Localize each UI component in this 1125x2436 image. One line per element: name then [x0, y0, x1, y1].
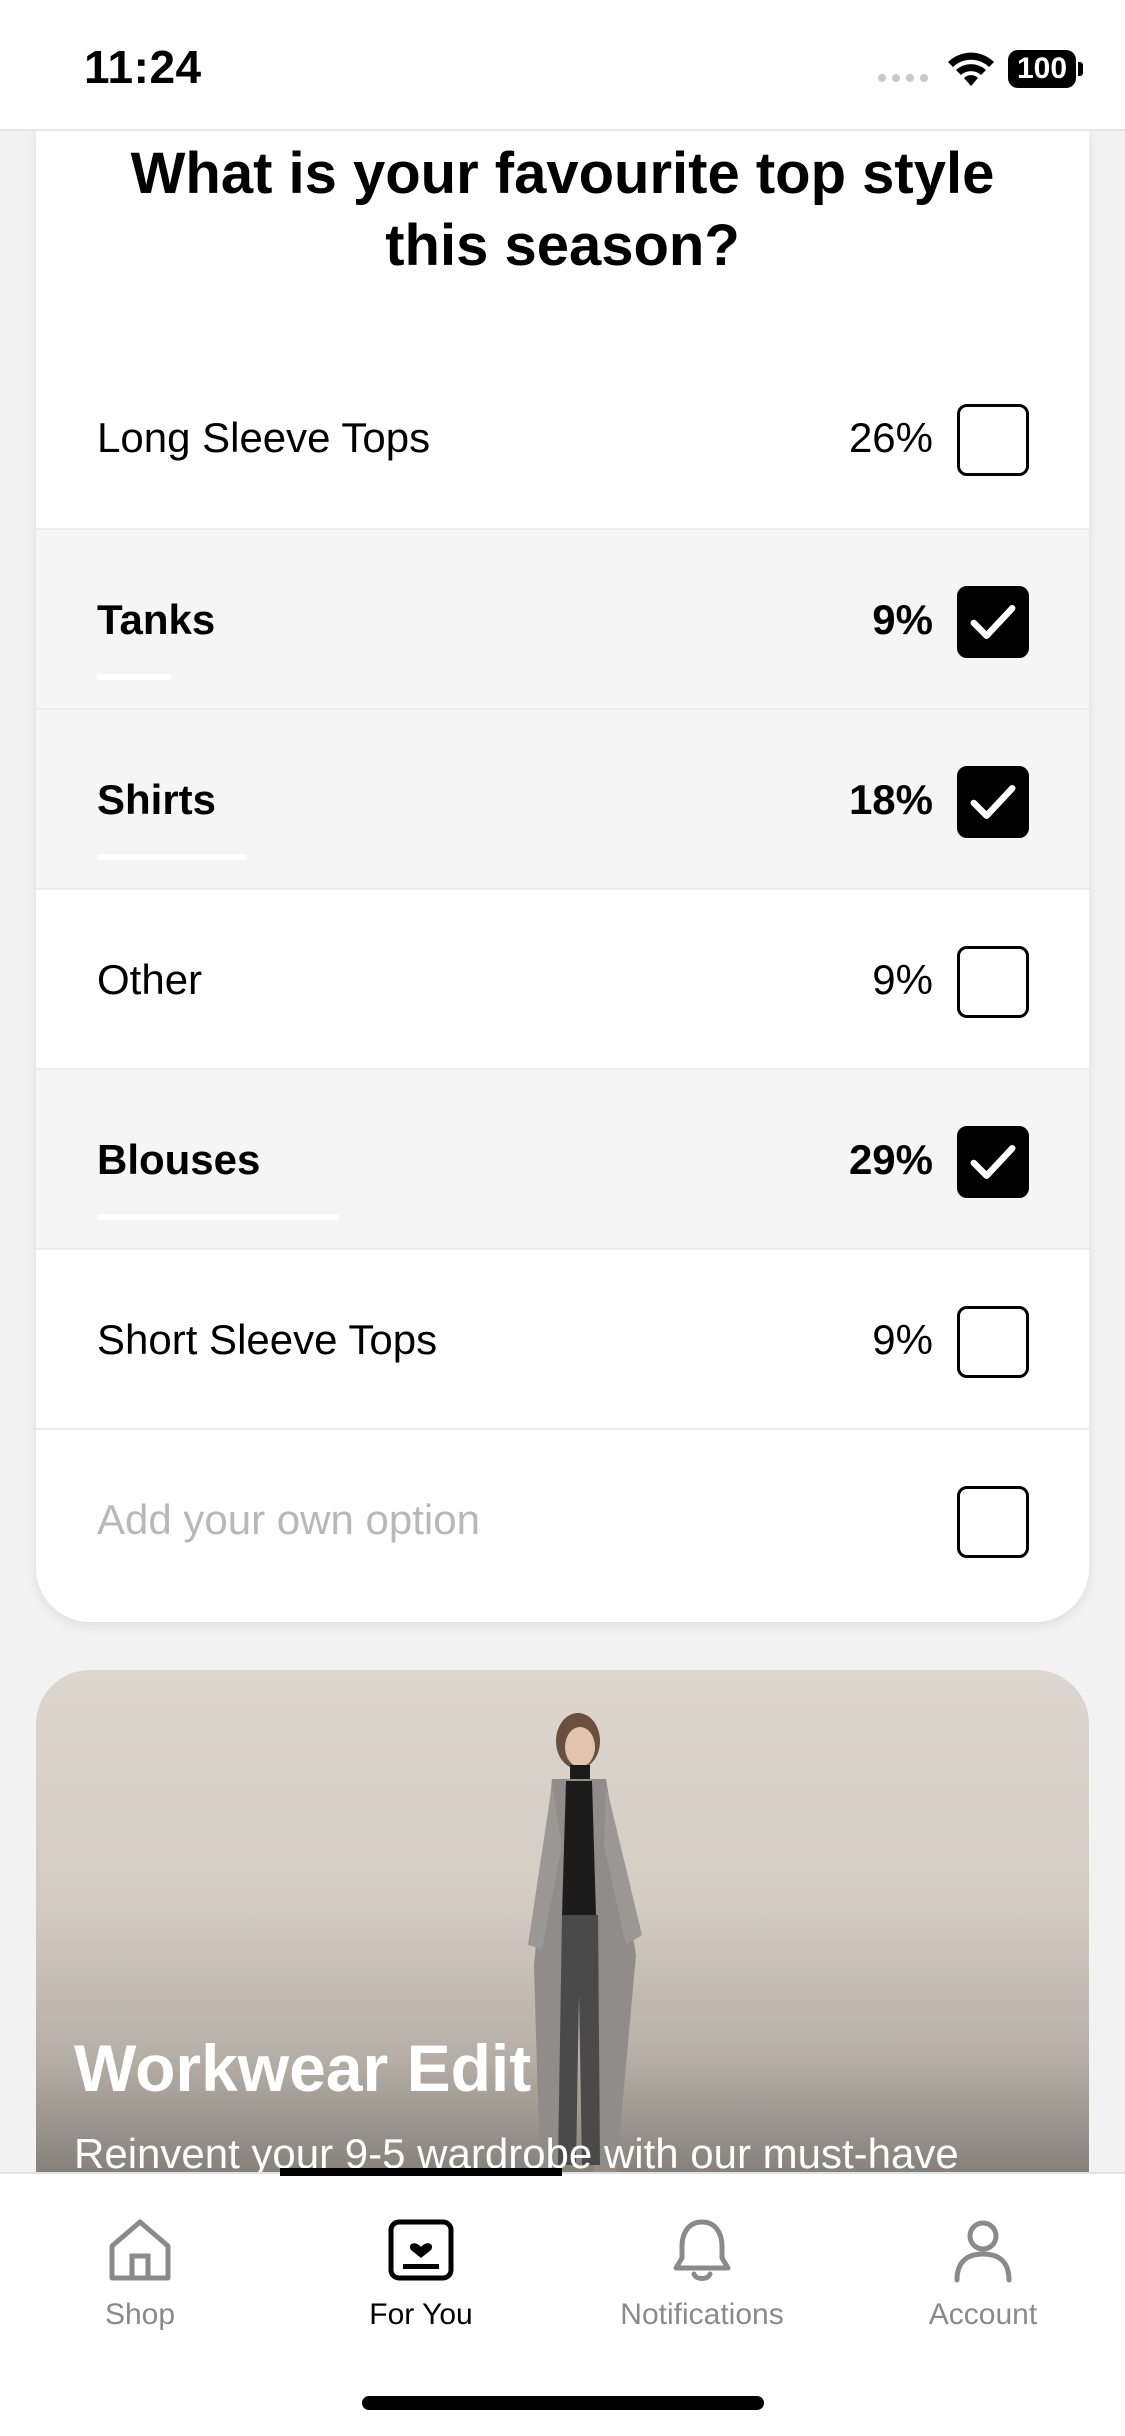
poll-option-percent: 9% [872, 956, 933, 1003]
poll-options: Long Sleeve Tops 26% Tanks 9% Shirts 18%… [36, 348, 1089, 1608]
checkmark-icon [970, 605, 1016, 639]
person-icon [954, 2220, 1012, 2283]
cellular-signal-icon [878, 74, 928, 82]
tab-account[interactable]: Account [863, 2214, 1103, 2332]
tab-label: Notifications [620, 2298, 784, 2331]
model-photo [528, 1713, 642, 2175]
poll-option-label: Blouses [97, 1136, 261, 1183]
home-indicator [362, 2396, 764, 2410]
poll-option[interactable]: Short Sleeve Tops 9% [36, 1248, 1089, 1428]
poll-option[interactable]: Long Sleeve Tops 26% [36, 348, 1089, 528]
checkbox[interactable] [957, 1486, 1029, 1558]
poll-option-percent: 9% [872, 596, 933, 643]
status-time: 11:24 [84, 41, 202, 93]
tab-notifications[interactable]: Notifications [582, 2214, 822, 2332]
status-bar: 11:24 100 [0, 0, 1125, 131]
poll-option[interactable]: Other 9% [36, 888, 1089, 1068]
vote-share-bar [97, 854, 247, 860]
poll-option-label: Long Sleeve Tops [97, 414, 431, 461]
tab-label: Shop [104, 2298, 176, 2331]
poll-card: What is your favourite top style this se… [36, 130, 1089, 1622]
checkbox-checked[interactable] [957, 1126, 1029, 1198]
add-option-row[interactable]: Add your own option [36, 1428, 1089, 1608]
tab-label: For You [369, 2298, 473, 2331]
poll-option-percent: 26% [848, 414, 933, 461]
poll-question: What is your favourite top style this se… [130, 141, 995, 278]
poll-option-label: Short Sleeve Tops [97, 1316, 438, 1363]
promo-card[interactable]: Workwear Edit Reinvent your 9-5 wardrobe… [36, 1670, 1089, 2190]
active-tab-indicator [280, 2168, 562, 2176]
vote-share-bar [97, 1214, 339, 1220]
vote-share-bar [97, 674, 172, 680]
checkbox-checked[interactable] [957, 766, 1029, 838]
poll-option-percent: 9% [872, 1316, 933, 1363]
promo-title: Workwear Edit [74, 2031, 532, 2105]
checkbox[interactable] [957, 1306, 1029, 1378]
checkmark-icon [970, 1145, 1016, 1179]
checkbox[interactable] [957, 404, 1029, 476]
checkbox[interactable] [957, 946, 1029, 1018]
tab-shop[interactable]: Shop [20, 2214, 260, 2332]
wifi-icon [948, 52, 994, 86]
poll-option-label: Tanks [97, 596, 216, 643]
checkmark-icon [970, 785, 1016, 819]
poll-option[interactable]: Blouses 29% [36, 1068, 1089, 1248]
home-icon [109, 2219, 171, 2281]
poll-option-label: Other [97, 956, 203, 1003]
poll-option[interactable]: Shirts 18% [36, 708, 1089, 888]
tab-for-you[interactable]: For You [301, 2214, 541, 2332]
checkbox-checked[interactable] [957, 586, 1029, 658]
tab-label: Account [928, 2298, 1038, 2331]
for-you-icon [388, 2219, 454, 2281]
poll-option-percent: 29% [848, 1136, 933, 1183]
battery-icon: 100 [1008, 50, 1083, 88]
bell-icon [673, 2219, 731, 2281]
poll-option-label: Shirts [97, 776, 217, 823]
poll-option[interactable]: Tanks 9% [36, 528, 1089, 708]
poll-option-percent: 18% [848, 776, 933, 823]
add-option-input[interactable]: Add your own option [97, 1430, 480, 1610]
